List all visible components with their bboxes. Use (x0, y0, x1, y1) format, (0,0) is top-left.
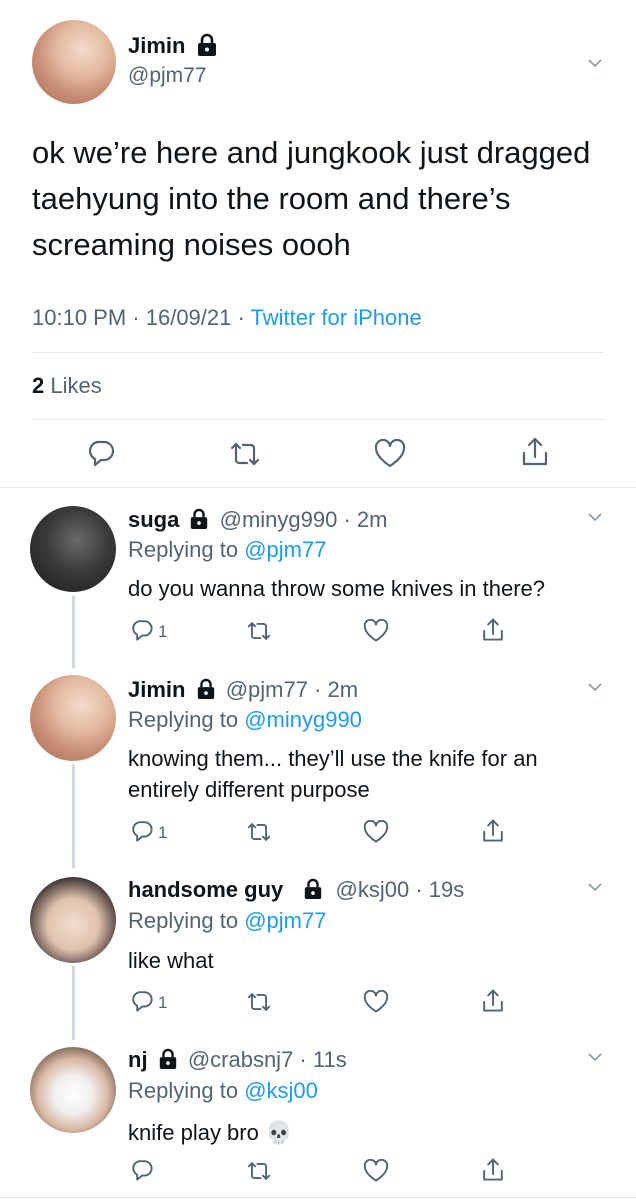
replying-to-label: Replying to (128, 908, 245, 933)
replying-to: Replying to @ksj00 (128, 1078, 318, 1104)
lock-icon (305, 878, 322, 900)
reply-avatar[interactable] (30, 506, 116, 592)
replying-to-link[interactable]: @pjm77 (244, 537, 326, 562)
divider (32, 419, 604, 420)
lock-icon (197, 33, 216, 57)
replying-to-link[interactable]: @ksj00 (244, 1078, 318, 1103)
reply-icon[interactable] (130, 1158, 154, 1182)
reply-text: knife play bro 💀 (128, 1120, 293, 1145)
meta-separator: · (409, 877, 429, 902)
like-icon[interactable] (363, 1159, 389, 1183)
reply-time: 19s (428, 877, 465, 902)
reply-avatar[interactable] (30, 877, 116, 963)
replying-to-link[interactable]: @pjm77 (244, 908, 326, 933)
share-icon[interactable] (481, 818, 505, 844)
replying-to: Replying to @pjm77 (128, 908, 326, 934)
replying-to-label: Replying to (128, 707, 245, 732)
divider (0, 1197, 636, 1198)
divider (0, 487, 636, 488)
chevron-down-icon[interactable] (588, 880, 602, 894)
lock-icon (159, 1048, 176, 1070)
likes-label: Likes (44, 373, 102, 398)
reply-count: 1 (158, 993, 168, 1012)
retweet-icon[interactable] (245, 821, 273, 843)
replying-to-label: Replying to (128, 1078, 245, 1103)
reply-icon[interactable] (130, 989, 154, 1013)
chevron-down-icon[interactable] (588, 510, 602, 524)
likes-count: 2 (32, 373, 45, 398)
tweet-meta: 10:10 PM · 16/09/21 · Twitter for iPhone (32, 305, 422, 331)
like-icon[interactable] (374, 439, 406, 469)
reply-count: 1 (158, 823, 168, 842)
tweet-date: 16/09/21 (145, 305, 232, 330)
tweet-text: ok we’re here and jungkook just dragged … (32, 135, 591, 262)
thread-line (72, 764, 75, 868)
reply-author-name[interactable]: suga (128, 507, 179, 532)
reply-header: Jimin @pjm77 · 2m (128, 677, 358, 703)
main-author-handle[interactable]: @pjm77 (128, 64, 207, 88)
meta-separator: · (231, 305, 251, 330)
reply-time: 2m (327, 677, 359, 702)
reply-icon[interactable] (86, 438, 116, 468)
reply-icon[interactable] (130, 618, 154, 642)
chevron-down-icon[interactable] (588, 680, 602, 694)
reply-author-name[interactable]: nj (128, 1047, 148, 1072)
share-icon[interactable] (520, 436, 550, 468)
divider (32, 352, 604, 353)
retweet-icon[interactable] (245, 991, 273, 1013)
reply-header: suga @minyg990 · 2m (128, 507, 387, 533)
retweet-icon[interactable] (245, 1160, 273, 1182)
replying-to-label: Replying to (128, 537, 245, 562)
reply-text: like what (128, 948, 214, 973)
reply-header: handsome guy @ksj00 · 19s (128, 877, 464, 903)
reply-author-handle[interactable]: @minyg990 (220, 507, 338, 532)
reply-author-name[interactable]: handsome guy (128, 877, 283, 902)
like-icon[interactable] (363, 820, 389, 844)
reply-avatar[interactable] (30, 1047, 116, 1133)
retweet-icon[interactable] (228, 440, 262, 468)
share-icon[interactable] (481, 617, 505, 643)
reply-author-handle[interactable]: @ksj00 (336, 877, 410, 902)
lock-icon (197, 678, 214, 700)
reply-author-handle[interactable]: @pjm77 (226, 677, 308, 702)
main-author-name[interactable]: Jimin (128, 33, 218, 59)
reply-count: 1 (158, 622, 168, 641)
reply-header: nj @crabsnj7 · 11s (128, 1047, 347, 1073)
tweet-source-link[interactable]: Twitter for iPhone (251, 305, 422, 330)
reply-time: 2m (356, 507, 388, 532)
replying-to-link[interactable]: @minyg990 (244, 707, 362, 732)
main-avatar[interactable] (32, 20, 116, 104)
thread-line (72, 596, 75, 668)
meta-separator: · (307, 677, 328, 702)
chevron-down-icon[interactable] (588, 56, 602, 70)
reply-author-name[interactable]: Jimin (128, 677, 185, 702)
reply-text: knowing them... they’ll use the knife fo… (128, 746, 538, 802)
replying-to: Replying to @minyg990 (128, 707, 362, 733)
meta-separator: · (337, 507, 357, 532)
meta-separator: · (293, 1047, 313, 1072)
reply-avatar[interactable] (30, 675, 116, 761)
reply-text: do you wanna throw some knives in there? (128, 576, 546, 601)
reply-time: 11s (312, 1047, 347, 1072)
replying-to: Replying to @pjm77 (128, 537, 326, 563)
chevron-down-icon[interactable] (588, 1050, 602, 1064)
tweet-time: 10:10 PM (32, 305, 127, 330)
share-icon[interactable] (481, 1157, 505, 1183)
meta-separator: · (126, 305, 146, 330)
retweet-icon[interactable] (245, 620, 273, 642)
like-icon[interactable] (363, 990, 389, 1014)
lock-icon (191, 508, 208, 530)
thread-line (72, 966, 75, 1040)
author-name-text: Jimin (128, 33, 186, 58)
reply-author-handle[interactable]: @crabsnj7 (188, 1047, 294, 1072)
like-icon[interactable] (363, 619, 389, 643)
reply-icon[interactable] (130, 819, 154, 843)
share-icon[interactable] (481, 988, 505, 1014)
likes-link[interactable]: 2 Likes (32, 373, 102, 399)
